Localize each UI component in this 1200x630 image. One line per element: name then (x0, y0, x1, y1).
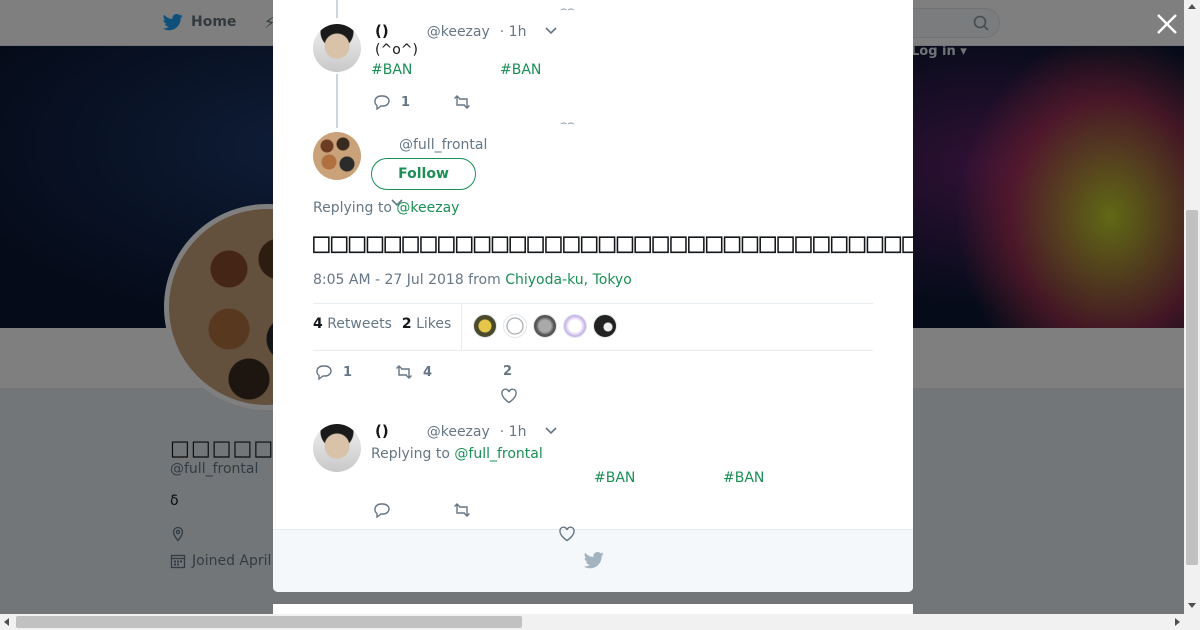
replying-to-label: Replying to (313, 200, 392, 216)
vertical-scrollbar[interactable] (1184, 0, 1200, 614)
reply-button[interactable]: 1 (373, 93, 410, 111)
divider (313, 303, 873, 304)
tweet-modal: ⌢⌢ () @keezay · 1h (^o^) #BAN #BAN 1 ⌢⌢ … (273, 0, 913, 592)
reply-icon (374, 95, 390, 111)
likers-list (473, 314, 617, 338)
heart-icon[interactable] (558, 525, 576, 543)
retweet-button[interactable] (453, 501, 471, 519)
retweet-icon (454, 95, 470, 109)
hashtag-link[interactable]: #BAN (371, 62, 412, 78)
tweet-time[interactable]: · 1h (500, 24, 527, 40)
avatar[interactable] (313, 132, 361, 180)
retweet-button[interactable]: 4 (395, 363, 432, 381)
liker-avatar[interactable] (563, 314, 587, 338)
retweet-count: 4 (423, 364, 433, 380)
main-tweet-text: □□□□□□□□□□□□□□□□□□□□□□□□□□□□□□□□□□□□□□□□… (313, 226, 913, 259)
retweet-icon (396, 365, 412, 379)
hashtag-link[interactable]: #BAN (500, 62, 541, 78)
user-handle[interactable]: @keezay (427, 24, 490, 40)
reply-icon (374, 503, 390, 519)
user-name[interactable]: () (375, 422, 389, 440)
like-stat[interactable]: 2 Likes (402, 316, 451, 332)
reply-button[interactable] (373, 501, 391, 519)
reply-icon (316, 365, 332, 381)
divider (461, 304, 462, 350)
like-stat-label: Likes (416, 316, 452, 332)
liker-avatar[interactable] (533, 314, 557, 338)
hashtag-link[interactable]: #BAN (594, 470, 635, 486)
vertical-scroll-thumb[interactable] (1186, 210, 1198, 565)
tweet-timestamp: 8:05 AM - 27 Jul 2018 from Chiyoda-ku, T… (313, 272, 632, 288)
scroll-down-arrow[interactable] (1188, 603, 1196, 608)
user-handle[interactable]: @full_frontal (399, 137, 487, 153)
retweet-stat-label: Retweets (327, 316, 392, 332)
horizontal-scroll-thumb[interactable] (16, 616, 522, 628)
like-count: 2 (503, 364, 513, 379)
reply-count: 1 (401, 94, 411, 110)
tweet-header: () @keezay · 1h (375, 22, 526, 40)
chevron-down-icon[interactable] (545, 27, 557, 35)
hashtag-link[interactable]: #BAN (723, 470, 764, 486)
retweet-stat-count: 4 (313, 316, 323, 332)
reply-count: 1 (343, 364, 353, 380)
like-stat-count: 2 (401, 316, 412, 332)
thread-line (336, 74, 338, 128)
replying-to: Replying to @full_frontal (371, 446, 543, 462)
tweet-text: (^o^) (375, 42, 418, 58)
liker-avatar[interactable] (473, 314, 497, 338)
replying-to: Replying to @keezay (313, 200, 459, 216)
tweet-time[interactable]: · 1h (500, 424, 527, 440)
replying-to-label: Replying to (371, 446, 450, 462)
replying-to-user[interactable]: @full_frontal (454, 446, 542, 462)
truncated-marker: ⌢⌢ (560, 116, 575, 129)
horizontal-scrollbar[interactable] (0, 614, 1200, 630)
divider (313, 350, 873, 351)
tweet-header: () @keezay · 1h (375, 422, 526, 440)
modal-footer (273, 529, 913, 592)
close-icon[interactable] (1155, 12, 1179, 36)
scroll-right-arrow[interactable] (1175, 618, 1180, 626)
truncated-marker: ⌢⌢ (560, 2, 575, 15)
avatar[interactable] (313, 24, 361, 72)
retweet-icon (454, 503, 470, 517)
scroll-left-arrow[interactable] (4, 618, 9, 626)
liker-avatar[interactable] (593, 314, 617, 338)
liker-avatar[interactable] (503, 314, 527, 338)
retweet-button[interactable] (453, 93, 471, 111)
follow-button[interactable]: Follow (371, 158, 476, 190)
avatar[interactable] (313, 424, 361, 472)
location-link[interactable]: Chiyoda-ku, Tokyo (505, 272, 632, 288)
user-name[interactable]: () (375, 22, 389, 40)
thread-line (336, 0, 338, 18)
timestamp-text: 8:05 AM - 27 Jul 2018 from (313, 272, 501, 288)
heart-icon[interactable] (500, 387, 518, 405)
retweet-stat[interactable]: 4 Retweets (313, 316, 392, 332)
twitter-bird-icon (584, 552, 604, 569)
scroll-up-arrow[interactable] (1188, 4, 1196, 9)
tweet-stats: 4 Retweets 2 Likes (313, 316, 451, 332)
replying-to-user[interactable]: @keezay (396, 200, 459, 216)
chevron-down-icon[interactable] (545, 427, 557, 435)
reply-button[interactable]: 1 (315, 363, 352, 381)
user-handle[interactable]: @keezay (427, 424, 490, 440)
